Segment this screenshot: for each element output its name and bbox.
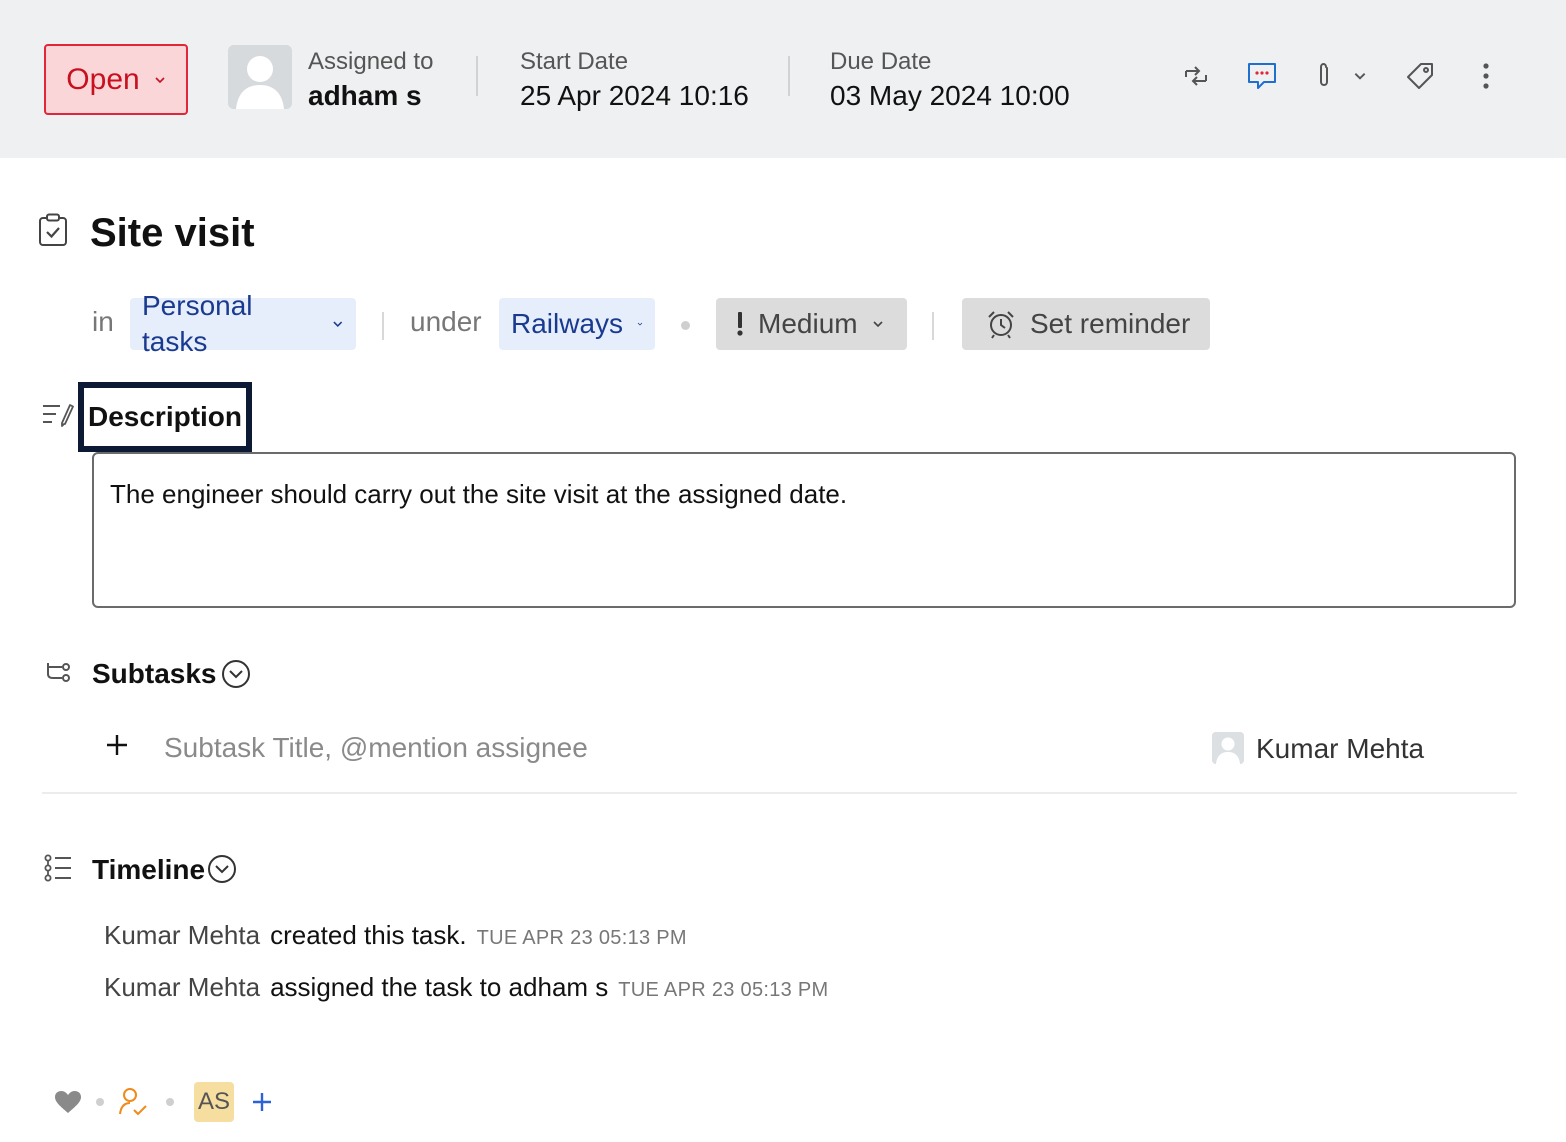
recurrence-button[interactable]: [1178, 58, 1214, 94]
attachment-icon: [1320, 63, 1328, 86]
user-silhouette-icon: [1212, 732, 1244, 764]
chevron-down-icon: [333, 321, 343, 328]
assigned-to-label: Assigned to: [308, 48, 434, 75]
timeline-entry: Kumar Mehta created this task. TUE APR 2…: [104, 920, 687, 951]
subtasks-icon: [47, 663, 70, 682]
separator-dot: [681, 321, 690, 330]
timeline-action: assigned the task to adham s: [270, 972, 609, 1002]
divider: [382, 312, 384, 340]
in-label: in: [92, 306, 114, 337]
add-subtask-plus-icon[interactable]: [104, 732, 130, 758]
timeline-actor[interactable]: Kumar Mehta: [104, 920, 260, 951]
description-edit-icon: [43, 404, 74, 427]
chevron-down-icon: [637, 322, 643, 326]
timeline-collapse-button[interactable]: [207, 854, 237, 884]
tasklist-dropdown[interactable]: Personal tasks: [130, 290, 356, 357]
recurrence-icon: [1185, 66, 1207, 86]
description-field[interactable]: The engineer should carry out the site v…: [92, 452, 1516, 608]
task-header: Open Assigned to adham s Start Date 25 A…: [0, 0, 1566, 158]
priority-dropdown[interactable]: Medium: [716, 298, 907, 350]
divider: [476, 56, 478, 96]
subtasks-collapse-button[interactable]: [221, 659, 251, 689]
more-vertical-icon: [1483, 63, 1489, 89]
start-date-label: Start Date: [520, 48, 629, 75]
set-reminder-label: Set reminder: [1030, 308, 1191, 339]
timeline-action: created this task.: [270, 920, 467, 950]
description-heading[interactable]: Description: [78, 382, 252, 452]
avatar[interactable]: [228, 45, 292, 109]
assignee-name: adham s: [308, 80, 422, 111]
separator-dot: [166, 1098, 174, 1106]
section-divider: [42, 792, 1517, 794]
subtask-assignee-name[interactable]: Kumar Mehta: [1256, 731, 1424, 767]
divider: [788, 56, 790, 96]
subtask-assignee-avatar[interactable]: [1212, 732, 1244, 764]
timeline-title: Timeline: [92, 854, 206, 885]
tag-icon: [1407, 63, 1433, 89]
exclamation-icon: [737, 312, 743, 336]
status-dropdown[interactable]: Open: [44, 44, 188, 115]
attachment-button[interactable]: [1306, 58, 1342, 94]
user-silhouette-icon: [228, 45, 292, 109]
comment-icon: [1248, 63, 1276, 89]
follower-avatar[interactable]: AS: [194, 1082, 234, 1122]
alarm-clock-icon: [988, 311, 1014, 339]
more-options-button[interactable]: [1468, 58, 1504, 94]
description-label: Description: [87, 401, 243, 432]
start-date-value: 25 Apr 2024 10:16: [520, 80, 749, 111]
task-clipboard-icon: [39, 213, 67, 246]
subtask-title-input[interactable]: [164, 726, 1064, 770]
timeline-timestamp: TUE APR 23 05:13 PM: [476, 927, 687, 949]
start-date-block[interactable]: Start Date 25 Apr 2024 10:16: [520, 46, 749, 114]
set-reminder-button[interactable]: Set reminder: [962, 298, 1210, 350]
assignee-block[interactable]: Assigned to adham s: [308, 46, 433, 114]
comments-button[interactable]: [1244, 58, 1280, 94]
description-text: The engineer should carry out the site v…: [110, 479, 848, 509]
add-follower-plus-icon[interactable]: [251, 1091, 273, 1113]
divider: [932, 312, 934, 340]
due-date-block[interactable]: Due Date 03 May 2024 10:00: [830, 46, 1070, 114]
follower-icon[interactable]: [118, 1086, 148, 1118]
subtasks-title: Subtasks: [92, 658, 217, 689]
under-label: under: [410, 306, 482, 337]
due-date-label: Due Date: [830, 48, 932, 75]
due-date-value: 03 May 2024 10:00: [830, 80, 1070, 111]
timeline-icon: [44, 854, 71, 882]
project-label: Railways: [511, 308, 624, 339]
timeline-actor[interactable]: Kumar Mehta: [104, 972, 260, 1003]
separator-dot: [96, 1098, 104, 1106]
attachment-dropdown[interactable]: [1348, 58, 1372, 94]
status-label: Open: [66, 62, 140, 96]
chevron-down-icon: [1354, 73, 1366, 80]
tasklist-label: Personal tasks: [142, 290, 253, 357]
project-dropdown[interactable]: Railways: [499, 298, 655, 350]
priority-label: Medium: [758, 308, 858, 339]
chevron-down-icon: [873, 321, 883, 328]
timeline-entry: Kumar Mehta assigned the task to adham s…: [104, 972, 829, 1003]
tags-button[interactable]: [1402, 58, 1438, 94]
chevron-down-icon: [155, 76, 165, 83]
like-heart-icon[interactable]: [54, 1090, 82, 1114]
task-title[interactable]: Site visit: [90, 208, 255, 258]
timeline-timestamp: TUE APR 23 05:13 PM: [618, 979, 829, 1001]
